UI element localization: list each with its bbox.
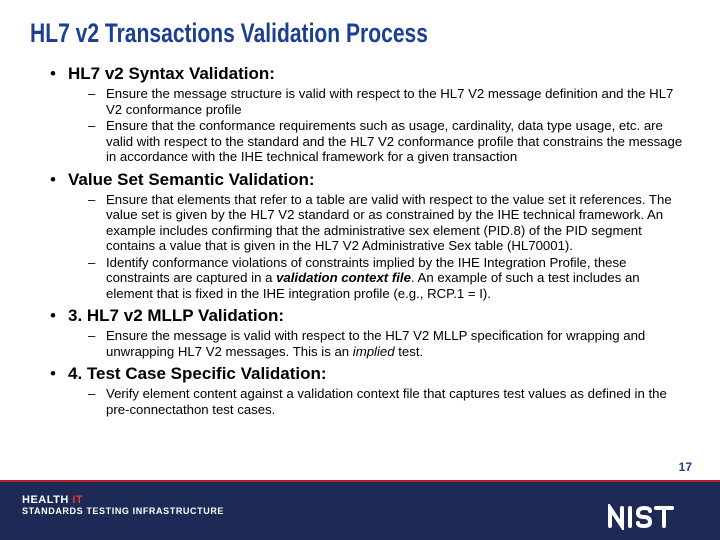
sub-item: Ensure that elements that refer to a tab… [106, 192, 690, 254]
footer-bar: HEALTH IT STANDARDS TESTING INFRASTRUCTU… [0, 482, 720, 540]
dash-icon: – [88, 192, 106, 208]
bullet-icon: • [50, 305, 68, 326]
nist-logo-icon [606, 504, 696, 530]
sub-item: Ensure the message is valid with respect… [106, 328, 690, 359]
slide: HL7 v2 Transactions Validation Process •… [0, 0, 720, 540]
dash-icon: – [88, 386, 106, 402]
brand-line1: HEALTH IT [22, 494, 224, 506]
sub-item: Verify element content against a validat… [106, 386, 690, 417]
slide-content: HL7 v2 Transactions Validation Process •… [30, 18, 690, 421]
section-4: • 4. Test Case Specific Validation: –Ver… [30, 363, 690, 417]
section-3: • 3. HL7 v2 MLLP Validation: –Ensure the… [30, 305, 690, 359]
footer-branding: HEALTH IT STANDARDS TESTING INFRASTRUCTU… [22, 494, 224, 517]
dash-icon: – [88, 255, 106, 271]
sub-list-4: –Verify element content against a valida… [30, 386, 690, 417]
section-heading: Value Set Semantic Validation: [68, 169, 315, 190]
brand-word-health: HEALTH [22, 494, 72, 506]
main-bullet-list: • HL7 v2 Syntax Validation: –Ensure the … [30, 63, 690, 417]
dash-icon: – [88, 118, 106, 134]
sub-list-2: –Ensure that elements that refer to a ta… [30, 192, 690, 302]
section-heading: HL7 v2 Syntax Validation: [68, 63, 275, 84]
bullet-icon: • [50, 63, 68, 84]
section-2: • Value Set Semantic Validation: –Ensure… [30, 169, 690, 302]
brand-word-it: IT [72, 494, 83, 506]
section-heading: 4. Test Case Specific Validation: [68, 363, 327, 384]
sub-item: Ensure the message structure is valid wi… [106, 86, 690, 117]
dash-icon: – [88, 86, 106, 102]
brand-line2: STANDARDS TESTING INFRASTRUCTURE [22, 506, 224, 517]
sub-list-1: –Ensure the message structure is valid w… [30, 86, 690, 165]
slide-title: HL7 v2 Transactions Validation Process [30, 18, 545, 49]
dash-icon: – [88, 328, 106, 344]
section-1: • HL7 v2 Syntax Validation: –Ensure the … [30, 63, 690, 165]
sub-item: Ensure that the conformance requirements… [106, 118, 690, 165]
bullet-icon: • [50, 169, 68, 190]
page-number: 17 [679, 460, 692, 474]
bullet-icon: • [50, 363, 68, 384]
sub-list-3: –Ensure the message is valid with respec… [30, 328, 690, 359]
sub-item: Identify conformance violations of const… [106, 255, 690, 302]
section-heading: 3. HL7 v2 MLLP Validation: [68, 305, 284, 326]
